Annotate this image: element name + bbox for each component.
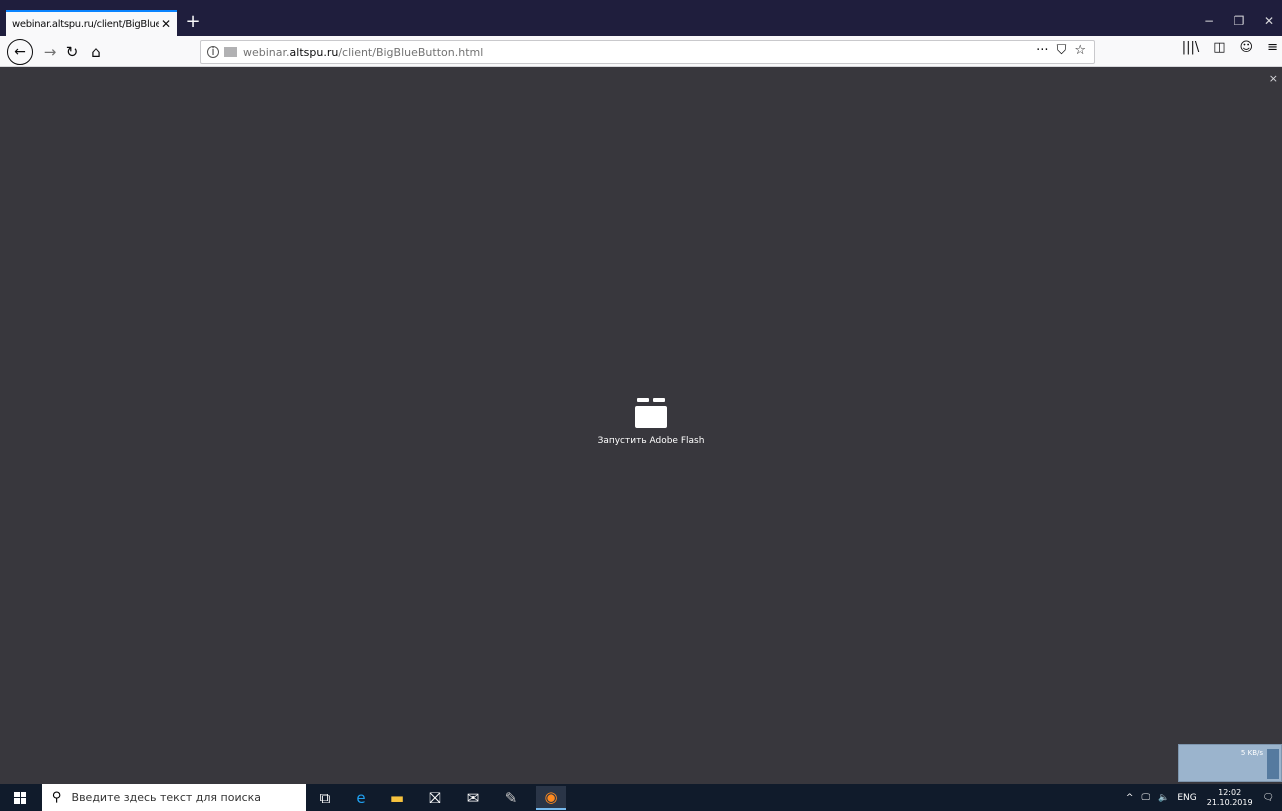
account-icon[interactable]: ☺ xyxy=(1240,40,1254,55)
library-icon[interactable]: |||\ xyxy=(1182,40,1200,55)
back-button[interactable]: ← xyxy=(7,39,33,65)
reload-button[interactable]: ↻ xyxy=(60,40,84,64)
restore-button[interactable]: ❐ xyxy=(1224,10,1254,32)
tab-close-icon[interactable]: ✕ xyxy=(161,17,171,31)
plugin-icon xyxy=(635,398,667,428)
taskbar-file-explorer-icon[interactable]: ▬ xyxy=(382,786,412,810)
language-indicator[interactable]: ENG xyxy=(1177,793,1196,803)
pocket-icon[interactable]: ⛉ xyxy=(1057,43,1067,58)
clock[interactable]: 12:02 21.10.2019 xyxy=(1207,788,1253,808)
navigation-bar: ← → ↻ ⌂ i webinar.altspu.ru/client/BigBl… xyxy=(0,36,1282,67)
search-placeholder: Введите здесь текст для поиска xyxy=(71,791,262,804)
home-button[interactable]: ⌂ xyxy=(84,40,108,64)
taskbar-search-box[interactable]: ⚲ Введите здесь текст для поиска xyxy=(42,784,306,811)
volume-icon[interactable]: 🔈 xyxy=(1158,793,1169,803)
taskbar-edge-icon[interactable]: e xyxy=(346,786,376,810)
start-button[interactable] xyxy=(0,784,40,811)
close-icon[interactable]: × xyxy=(1269,72,1278,85)
bookmark-star-icon[interactable]: ☆ xyxy=(1074,43,1086,58)
run-flash-button[interactable]: Запустить Adobe Flash xyxy=(591,398,711,446)
taskbar-task-view-icon[interactable]: ⧉ xyxy=(310,786,340,810)
plugin-icon[interactable] xyxy=(224,47,237,57)
clock-time: 12:02 xyxy=(1218,787,1242,797)
notifications-icon[interactable]: 🗨 xyxy=(1263,793,1274,803)
search-icon: ⚲ xyxy=(52,790,62,805)
clock-date: 21.10.2019 xyxy=(1206,797,1253,807)
system-tray: ^ 🖵 🔈 ENG 12:02 21.10.2019 🗨 xyxy=(1122,784,1282,811)
page-content: × Запустить Adobe Flash 5 KB/s xyxy=(0,68,1282,784)
tray-chevron-icon[interactable]: ^ xyxy=(1126,793,1134,803)
forward-button[interactable]: → xyxy=(38,40,62,64)
url-actions: ··· ⛉ ☆ xyxy=(1036,43,1086,58)
tab-strip: webinar.altspu.ru/client/BigBlueBu ✕ + −… xyxy=(0,0,1282,36)
new-tab-button[interactable]: + xyxy=(182,12,204,34)
widget-scroll-icon[interactable] xyxy=(1267,749,1279,779)
tab-title: webinar.altspu.ru/client/BigBlueBu xyxy=(12,18,159,30)
taskbar-mail-icon[interactable]: ✉ xyxy=(458,786,488,810)
minimize-button[interactable]: − xyxy=(1194,10,1224,32)
windows-icon xyxy=(14,791,26,804)
browser-tab[interactable]: webinar.altspu.ru/client/BigBlueBu ✕ xyxy=(6,10,177,36)
menu-icon[interactable]: ≡ xyxy=(1267,40,1278,55)
run-flash-label: Запустить Adobe Flash xyxy=(597,436,705,446)
page-actions-icon[interactable]: ··· xyxy=(1036,43,1048,58)
network-icon[interactable]: 🖵 xyxy=(1141,793,1150,803)
taskbar-store-icon[interactable]: ⛝ xyxy=(420,786,450,810)
taskbar-paint-icon[interactable]: ✎ xyxy=(496,786,526,810)
toolbar-right: |||\ ◫ ☺ ≡ xyxy=(1182,40,1282,55)
url-path: /client/BigBlueButton.html xyxy=(338,45,484,59)
taskbar: ⚲ Введите здесь текст для поиска ⧉ e ▬ ⛝ ✉ ✎ ◉… xyxy=(0,784,1282,811)
url-host: altspu.ru xyxy=(289,45,339,59)
network-speed: 5 KB/s xyxy=(1240,749,1263,757)
url-text: webinar.altspu.ru/client/BigBlueButton.h… xyxy=(243,46,483,59)
url-prefix: webinar. xyxy=(243,45,290,59)
site-info-icon[interactable]: i xyxy=(207,46,219,58)
taskbar-firefox-icon[interactable]: ◉ xyxy=(536,786,566,810)
sidebar-icon[interactable]: ◫ xyxy=(1213,40,1225,55)
url-bar[interactable]: i webinar.altspu.ru/client/BigBlueButton… xyxy=(200,40,1095,64)
close-window-button[interactable]: ✕ xyxy=(1254,10,1282,32)
network-speed-widget[interactable]: 5 KB/s xyxy=(1178,744,1282,782)
